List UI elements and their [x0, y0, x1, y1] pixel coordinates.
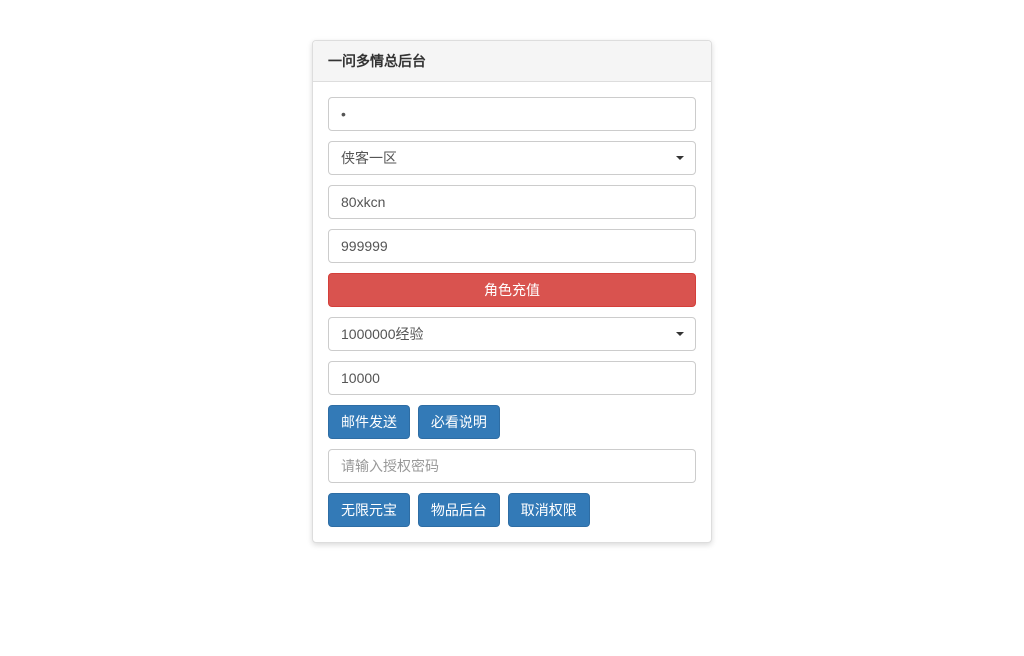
type-select[interactable]: 1000000经验 [328, 317, 696, 351]
item-backend-button[interactable]: 物品后台 [418, 493, 500, 527]
cancel-permission-button[interactable]: 取消权限 [508, 493, 590, 527]
server-select[interactable]: 侠客一区 [328, 141, 696, 175]
quantity-input[interactable] [328, 361, 696, 395]
button-row-2: 无限元宝 物品后台 取消权限 [328, 493, 696, 527]
must-read-button[interactable]: 必看说明 [418, 405, 500, 439]
unlimited-gold-button[interactable]: 无限元宝 [328, 493, 410, 527]
panel-title: 一问多情总后台 [313, 41, 711, 82]
panel-body: 侠客一区 角色充值 1000000经验 邮件发送 必看说明 无限元宝 物品后台 … [313, 82, 711, 542]
send-mail-button[interactable]: 邮件发送 [328, 405, 410, 439]
server-select-toggle[interactable]: 侠客一区 [328, 141, 696, 175]
account-input[interactable] [328, 185, 696, 219]
auth-code-input[interactable] [328, 449, 696, 483]
password-input[interactable] [328, 97, 696, 131]
type-select-toggle[interactable]: 1000000经验 [328, 317, 696, 351]
amount-input[interactable] [328, 229, 696, 263]
button-row-1: 邮件发送 必看说明 [328, 405, 696, 439]
admin-panel: 一问多情总后台 侠客一区 角色充值 1000000经验 邮件发送 必看说明 无限… [312, 40, 712, 543]
recharge-button[interactable]: 角色充值 [328, 273, 696, 307]
